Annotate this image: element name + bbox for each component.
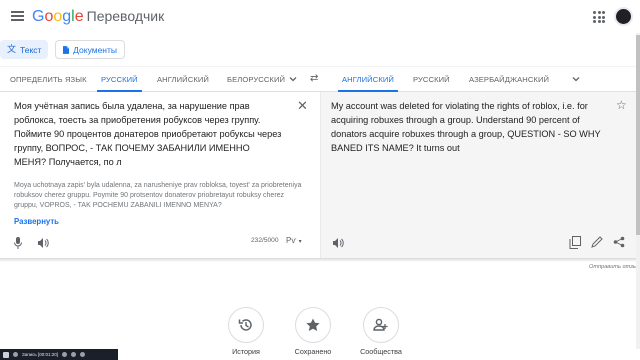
edit-translation-icon[interactable] bbox=[591, 236, 603, 248]
source-lang-english[interactable]: АНГЛИЙСКИЙ bbox=[157, 67, 209, 92]
listen-translation-icon[interactable] bbox=[332, 237, 344, 249]
taskbar-app-icon[interactable] bbox=[13, 352, 18, 357]
translation-text: My account was deleted for violating the… bbox=[331, 101, 601, 153]
account-avatar[interactable] bbox=[614, 7, 633, 26]
app-header: Google Переводчик bbox=[0, 0, 640, 33]
logo-letter: G bbox=[32, 8, 45, 25]
clear-source-icon[interactable]: ✕ bbox=[297, 99, 308, 112]
target-lang-english[interactable]: АНГЛИЙСКИЙ bbox=[338, 67, 398, 92]
chevron-down-icon[interactable] bbox=[570, 73, 582, 85]
save-translation-star-icon[interactable]: ☆ bbox=[616, 99, 627, 111]
swap-languages-icon[interactable]: ⇄ bbox=[310, 74, 318, 84]
logo-letter: g bbox=[62, 8, 72, 25]
history-icon bbox=[238, 319, 252, 331]
star-icon bbox=[306, 318, 320, 331]
chevron-down-icon: ▾ bbox=[298, 239, 302, 245]
logo-letter: e bbox=[74, 8, 84, 25]
recording-status: Запись [00:01:20] bbox=[22, 352, 59, 357]
history-button[interactable]: История bbox=[211, 307, 281, 356]
text-mode-label: Текст bbox=[20, 44, 42, 55]
main-menu-icon[interactable] bbox=[11, 11, 24, 21]
microphone-icon[interactable] bbox=[13, 237, 23, 249]
listen-source-icon[interactable] bbox=[37, 237, 49, 249]
source-lang-detect[interactable]: ОПРЕДЕЛИТЬ ЯЗЫК bbox=[10, 67, 87, 92]
logo-letter: o bbox=[53, 8, 63, 25]
community-icon bbox=[373, 318, 388, 331]
input-tools-button[interactable]: Рѵ ▾ bbox=[286, 236, 302, 245]
copy-translation-icon[interactable] bbox=[569, 236, 581, 249]
source-text-input[interactable]: Моя учётная запись была удалена, за нару… bbox=[14, 99, 284, 169]
saved-button[interactable]: Сохранено bbox=[278, 307, 348, 356]
scrollbar-thumb[interactable] bbox=[636, 35, 640, 235]
google-translate-logo[interactable]: Google Переводчик bbox=[32, 7, 164, 26]
product-name: Переводчик bbox=[86, 8, 165, 24]
saved-label: Сохранено bbox=[294, 347, 332, 356]
community-label: Сообщества bbox=[360, 347, 402, 356]
history-label: История bbox=[232, 347, 260, 356]
community-button[interactable]: Сообщества bbox=[346, 307, 416, 356]
taskbar-app-icon[interactable] bbox=[80, 352, 86, 357]
source-lang-russian[interactable]: РУССКИЙ bbox=[97, 67, 142, 92]
target-lang-russian[interactable]: РУССКИЙ bbox=[413, 67, 450, 92]
share-translation-icon[interactable] bbox=[613, 236, 625, 248]
input-tools-label: Рѵ bbox=[286, 236, 297, 245]
source-panel: Моя учётная запись была удалена, за нару… bbox=[0, 92, 320, 258]
send-feedback-link[interactable]: Отправить отзыв bbox=[589, 264, 640, 270]
source-lang-belarusian[interactable]: БЕЛОРУССКИЙ bbox=[227, 67, 285, 92]
taskbar-app-icon[interactable] bbox=[71, 352, 77, 357]
source-transliteration: Moya uchotnaya zapis' byla udalenna, za … bbox=[14, 182, 302, 209]
taskbar-app-icon[interactable] bbox=[62, 352, 68, 357]
language-bar: ОПРЕДЕЛИТЬ ЯЗЫК РУССКИЙ АНГЛИЙСКИЙ БЕЛОР… bbox=[0, 66, 640, 92]
chevron-down-icon[interactable] bbox=[287, 73, 299, 85]
character-counter: 232/5000 bbox=[251, 237, 279, 244]
os-taskbar: Запись [00:01:20] bbox=[0, 349, 118, 360]
documents-mode-button[interactable]: Документы bbox=[55, 40, 125, 59]
translate-icon: 文 bbox=[7, 44, 17, 54]
expand-link[interactable]: Развернуть bbox=[14, 217, 59, 226]
windows-start-icon[interactable] bbox=[3, 351, 9, 358]
page-scrollbar[interactable] bbox=[636, 33, 640, 349]
translation-panel: My account was deleted for violating the… bbox=[320, 92, 636, 258]
panel-shadow bbox=[0, 258, 636, 262]
target-lang-azerbaijani[interactable]: АЗЕРБАЙДЖАНСКИЙ bbox=[469, 67, 549, 92]
google-apps-icon[interactable] bbox=[593, 11, 605, 23]
document-icon bbox=[63, 45, 70, 54]
text-mode-button[interactable]: 文 Текст bbox=[0, 40, 48, 59]
documents-mode-label: Документы bbox=[73, 44, 117, 55]
